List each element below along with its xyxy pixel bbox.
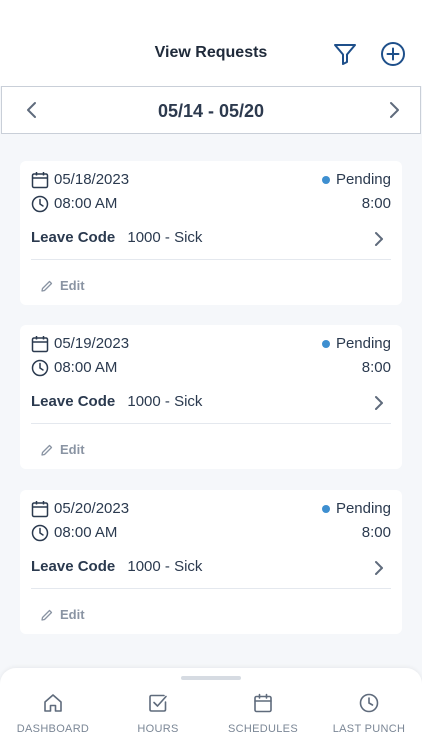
pencil-icon	[41, 609, 53, 621]
request-card[interactable]: 05/18/2023 08:00 AM Pending 8:00 Leave C…	[20, 161, 402, 305]
calendar-icon	[31, 172, 49, 189]
status-dot	[321, 175, 330, 184]
chevron-right-icon[interactable]	[370, 229, 388, 249]
tab-label: HOURS	[137, 723, 179, 735]
chevron-right-icon[interactable]	[370, 558, 388, 578]
tab-schedules[interactable]: SCHEDULES	[210, 692, 316, 735]
status-text: Pending	[335, 171, 391, 188]
clock-icon	[31, 195, 49, 213]
tab-label: DASHBOARD	[16, 723, 90, 735]
tab-dashboard[interactable]: DASHBOARD	[0, 692, 106, 735]
divider	[31, 588, 391, 589]
week-navigator: 05/14 - 05/20	[1, 86, 421, 134]
status-dot	[321, 504, 330, 513]
filter-icon	[334, 44, 356, 65]
request-hours: 8:00	[361, 524, 391, 541]
request-date: 05/18/2023	[54, 171, 130, 188]
clock-icon	[359, 693, 379, 713]
request-time: 08:00 AM	[54, 195, 118, 212]
checkbox-icon	[149, 694, 167, 712]
request-time: 08:00 AM	[54, 359, 118, 376]
request-date: 05/19/2023	[54, 335, 130, 352]
divider	[31, 259, 391, 260]
bottom-tab-bar: DASHBOARD HOURS SCHEDULES LAST PUNCH	[0, 668, 422, 750]
calendar-icon	[31, 501, 49, 518]
leave-code-label: Leave Code	[31, 393, 116, 410]
edit-label: Edit	[60, 442, 85, 457]
page-title: View Requests	[154, 44, 268, 61]
status-text: Pending	[335, 500, 391, 517]
status-badge: Pending	[321, 335, 391, 352]
leave-code-value: 1000 - Sick	[127, 229, 203, 246]
edit-label: Edit	[60, 278, 85, 293]
request-hours: 8:00	[361, 359, 391, 376]
status-badge: Pending	[321, 500, 391, 517]
leave-code-value: 1000 - Sick	[127, 393, 203, 410]
pencil-icon	[41, 444, 53, 456]
leave-code-label: Leave Code	[31, 558, 116, 575]
calendar-icon	[254, 693, 272, 713]
request-hours: 8:00	[361, 195, 391, 212]
divider	[31, 423, 391, 424]
filter-button[interactable]	[332, 41, 358, 67]
leave-code-label: Leave Code	[31, 229, 116, 246]
tab-last-punch[interactable]: LAST PUNCH	[316, 692, 422, 735]
plus-circle-icon	[381, 42, 405, 66]
request-card[interactable]: 05/20/2023 08:00 AM Pending 8:00 Leave C…	[20, 490, 402, 634]
leave-code-row: Leave Code 1000 - Sick	[31, 558, 202, 575]
edit-label: Edit	[60, 607, 85, 622]
request-date: 05/20/2023	[54, 500, 130, 517]
tab-label: LAST PUNCH	[332, 723, 406, 735]
leave-code-row: Leave Code 1000 - Sick	[31, 393, 202, 410]
pencil-icon	[41, 280, 53, 292]
status-dot	[321, 339, 330, 348]
add-request-button[interactable]	[380, 41, 406, 67]
week-range-label: 05/14 - 05/20	[157, 101, 265, 121]
tab-hours[interactable]: HOURS	[105, 692, 211, 735]
calendar-icon	[31, 336, 49, 353]
chevron-right-icon	[390, 102, 399, 118]
request-time: 08:00 AM	[54, 524, 118, 541]
chevron-right-icon[interactable]	[370, 393, 388, 413]
tab-label: SCHEDULES	[228, 723, 298, 735]
next-week-button[interactable]	[382, 98, 406, 122]
drag-handle[interactable]	[181, 676, 241, 680]
clock-icon	[31, 524, 49, 542]
status-text: Pending	[335, 335, 391, 352]
edit-button[interactable]: Edit	[40, 442, 85, 457]
home-icon	[44, 694, 62, 712]
edit-button[interactable]: Edit	[40, 607, 85, 622]
status-badge: Pending	[321, 171, 391, 188]
leave-code-row: Leave Code 1000 - Sick	[31, 229, 202, 246]
edit-button[interactable]: Edit	[40, 278, 85, 293]
clock-icon	[31, 359, 49, 377]
app-header: View Requests	[0, 0, 422, 86]
request-card[interactable]: 05/19/2023 08:00 AM Pending 8:00 Leave C…	[20, 325, 402, 469]
leave-code-value: 1000 - Sick	[127, 558, 203, 575]
